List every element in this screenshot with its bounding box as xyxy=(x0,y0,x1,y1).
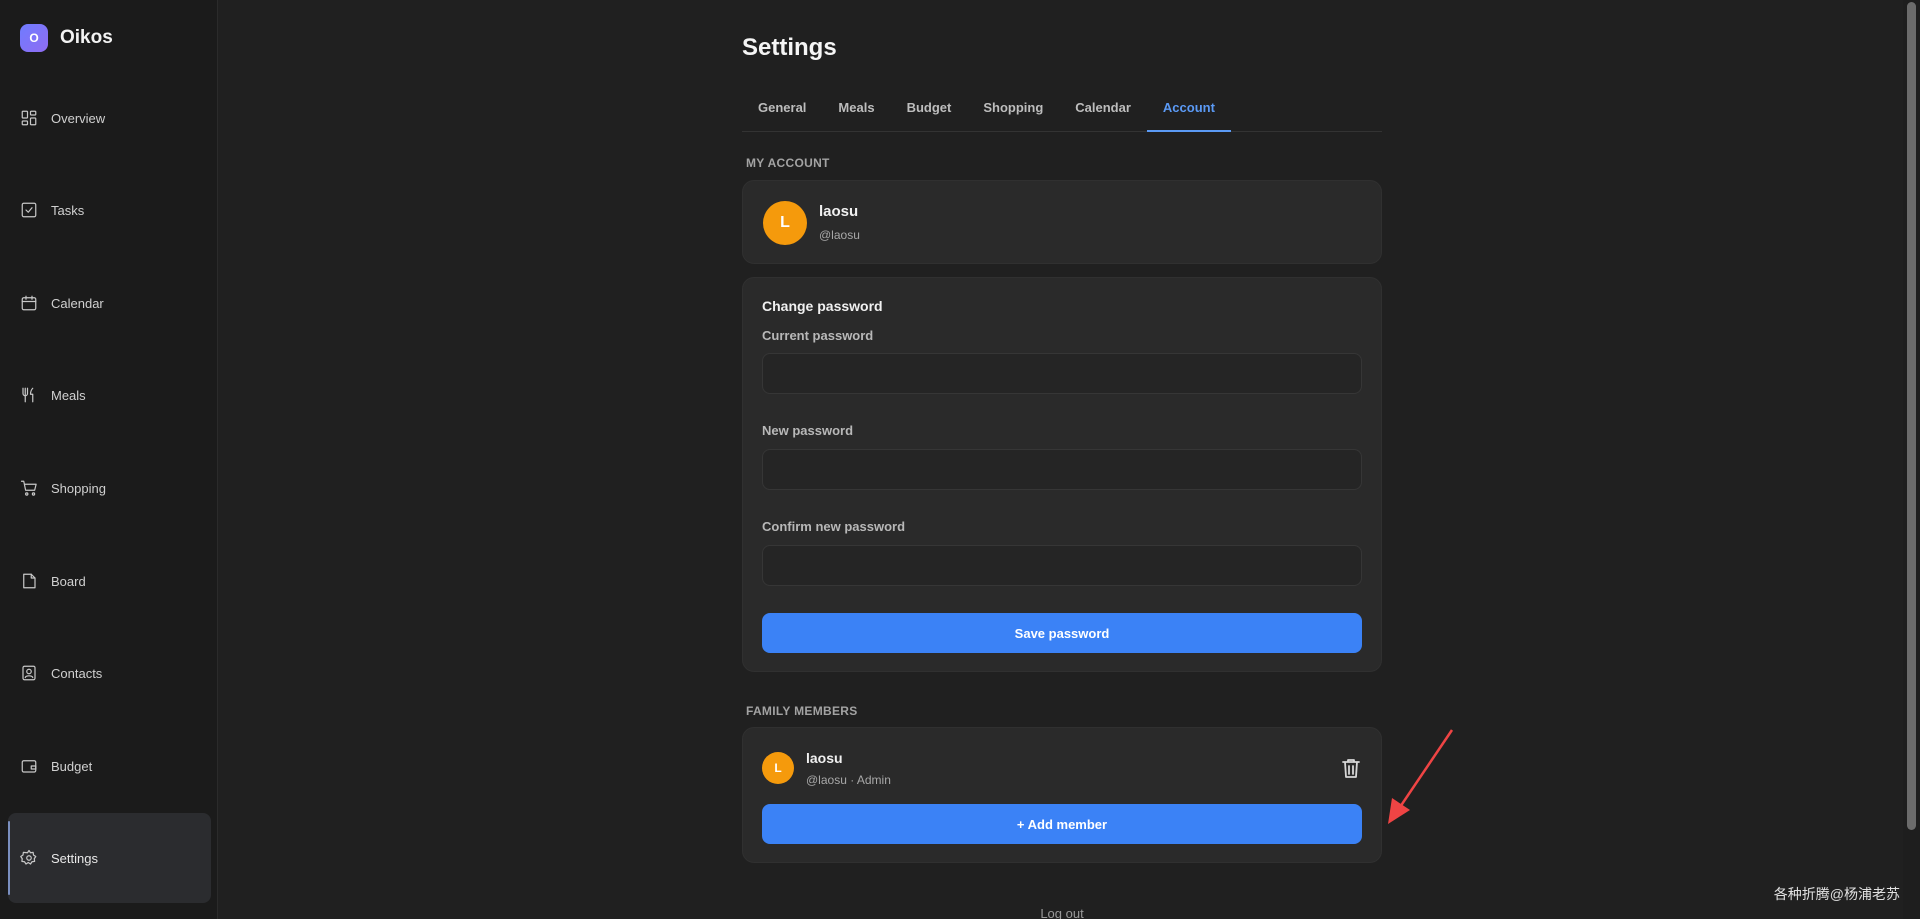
sidebar-item-overview[interactable]: Overview xyxy=(8,73,211,163)
member-meta: @laosu · Admin xyxy=(806,773,891,787)
account-name: laosu xyxy=(819,203,859,220)
account-card: L laosu @laosu xyxy=(742,180,1382,264)
add-member-button[interactable]: + Add member xyxy=(762,804,1362,844)
note-icon xyxy=(23,573,36,589)
scrollbar[interactable] xyxy=(1903,0,1920,919)
sidebar-item-label: Shopping xyxy=(51,480,106,496)
sidebar: O Oikos Overview Tasks Calendar Meals Sh… xyxy=(0,0,218,919)
checkbox-icon xyxy=(21,202,37,218)
sidebar-item-label: Contacts xyxy=(51,665,103,681)
sidebar-item-label: Tasks xyxy=(51,202,85,218)
sidebar-item-meals[interactable]: Meals xyxy=(8,350,211,440)
confirm-password-label: Confirm new password xyxy=(762,519,906,534)
confirm-password-field[interactable] xyxy=(762,545,1362,586)
tab-calendar[interactable]: Calendar xyxy=(1059,86,1147,132)
delete-member-button[interactable] xyxy=(1339,756,1363,780)
change-password-title: Change password xyxy=(762,298,883,314)
scrollbar-thumb[interactable] xyxy=(1907,2,1916,830)
grid-icon xyxy=(21,110,37,126)
avatar: L xyxy=(763,201,807,245)
sidebar-item-calendar[interactable]: Calendar xyxy=(8,258,211,348)
main-content: Settings General Meals Budget Shopping C… xyxy=(218,0,1903,919)
utensils-icon xyxy=(22,387,34,403)
family-members-card: L laosu @laosu · Admin + Add member xyxy=(742,727,1382,863)
family-members-heading: FAMILY MEMBERS xyxy=(746,704,858,718)
sidebar-item-label: Overview xyxy=(51,110,106,126)
wallet-icon xyxy=(21,760,37,773)
save-password-button[interactable]: Save password xyxy=(762,613,1362,653)
member-name: laosu xyxy=(806,750,843,766)
tab-shopping[interactable]: Shopping xyxy=(967,86,1059,132)
my-account-heading: MY ACCOUNT xyxy=(746,156,830,170)
sidebar-item-label: Calendar xyxy=(51,295,104,311)
trash-icon xyxy=(1342,759,1360,778)
tab-meals[interactable]: Meals xyxy=(822,86,890,132)
sidebar-item-board[interactable]: Board xyxy=(8,536,211,626)
gear-icon xyxy=(20,849,37,865)
brand-logo: O xyxy=(20,24,48,52)
brand-name: Oikos xyxy=(60,27,113,48)
page-title: Settings xyxy=(742,34,837,61)
sidebar-item-label: Meals xyxy=(51,387,86,403)
sidebar-item-budget[interactable]: Budget xyxy=(8,721,211,811)
member-avatar: L xyxy=(762,752,794,784)
watermark: 各种折腾@杨浦老苏 xyxy=(1773,886,1900,902)
tab-budget[interactable]: Budget xyxy=(891,86,968,132)
tab-account[interactable]: Account xyxy=(1146,86,1231,132)
brand[interactable]: O Oikos xyxy=(20,24,113,52)
settings-tabs: General Meals Budget Shopping Calendar A… xyxy=(742,86,1382,132)
tab-general[interactable]: General xyxy=(742,86,822,132)
account-handle: @laosu xyxy=(819,228,860,242)
sidebar-item-shopping[interactable]: Shopping xyxy=(8,443,211,533)
current-password-field[interactable] xyxy=(762,353,1362,394)
sidebar-item-tasks[interactable]: Tasks xyxy=(8,165,211,255)
sidebar-item-contacts[interactable]: Contacts xyxy=(8,628,211,718)
logout-link[interactable]: Log out xyxy=(742,906,1382,919)
cart-icon xyxy=(20,480,37,496)
sidebar-item-label: Board xyxy=(51,573,86,589)
calendar-icon xyxy=(21,295,37,311)
new-password-field[interactable] xyxy=(762,449,1362,490)
contact-icon xyxy=(22,665,36,681)
app-window: O Oikos Overview Tasks Calendar Meals Sh… xyxy=(0,0,1920,919)
sidebar-item-label: Settings xyxy=(51,850,98,866)
sidebar-item-settings[interactable]: Settings xyxy=(8,813,211,903)
sidebar-item-label: Budget xyxy=(51,758,93,774)
current-password-label: Current password xyxy=(762,328,874,343)
change-password-card: Change password Current password New pas… xyxy=(742,277,1382,672)
new-password-label: New password xyxy=(762,423,854,438)
annotation-arrow-icon xyxy=(1388,729,1454,824)
